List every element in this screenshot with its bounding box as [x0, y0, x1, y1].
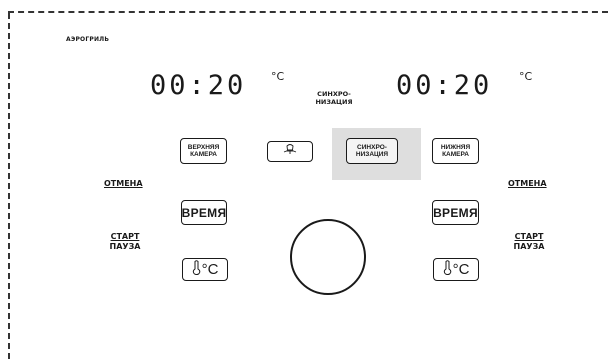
left-start-label: СТАРТ	[110, 232, 140, 241]
lower-chamber-button[interactable]: НИЖНЯЯ КАМЕРА	[432, 138, 479, 164]
right-temperature-button[interactable]: °C	[433, 258, 479, 281]
left-cancel-label: ОТМЕНА	[104, 179, 143, 188]
left-pause-label: ПАУЗА	[109, 242, 141, 252]
right-time-button[interactable]: ВРЕМЯ	[432, 200, 479, 225]
thermometer-icon	[443, 260, 452, 279]
right-cancel-label: ОТМЕНА	[508, 179, 547, 188]
light-bulb-icon	[282, 143, 298, 160]
brand-label: АЭРОГРИЛЬ	[66, 36, 110, 43]
frame-left-dashed-border	[8, 13, 10, 359]
left-temperature-unit: °C	[271, 70, 285, 83]
sync-button[interactable]: СИНХРО- НИЗАЦИЯ	[346, 138, 398, 164]
left-start-pause-link[interactable]: СТАРТ ПАУЗА	[106, 232, 144, 253]
right-timer-display: 00:20	[396, 70, 493, 101]
dial-knob[interactable]	[290, 219, 366, 295]
frame-top-dashed-border	[8, 11, 608, 13]
sync-caption: СИНХРО- НИЗАЦИЯ	[315, 90, 353, 107]
left-cancel-link[interactable]: ОТМЕНА	[104, 179, 143, 189]
upper-chamber-button[interactable]: ВЕРХНЯЯ КАМЕРА	[180, 138, 227, 164]
left-temperature-label: °C	[201, 261, 219, 278]
right-pause-label: ПАУЗА	[513, 242, 545, 252]
right-start-label: СТАРТ	[514, 232, 544, 241]
light-button[interactable]	[267, 141, 313, 162]
right-temperature-label: °C	[452, 261, 470, 278]
right-temperature-unit: °C	[519, 70, 533, 83]
left-time-button[interactable]: ВРЕМЯ	[181, 200, 227, 225]
right-start-pause-link[interactable]: СТАРТ ПАУЗА	[510, 232, 548, 253]
thermometer-icon	[192, 260, 201, 279]
left-temperature-button[interactable]: °C	[182, 258, 228, 281]
left-timer-display: 00:20	[150, 70, 247, 101]
right-cancel-link[interactable]: ОТМЕНА	[508, 179, 547, 189]
